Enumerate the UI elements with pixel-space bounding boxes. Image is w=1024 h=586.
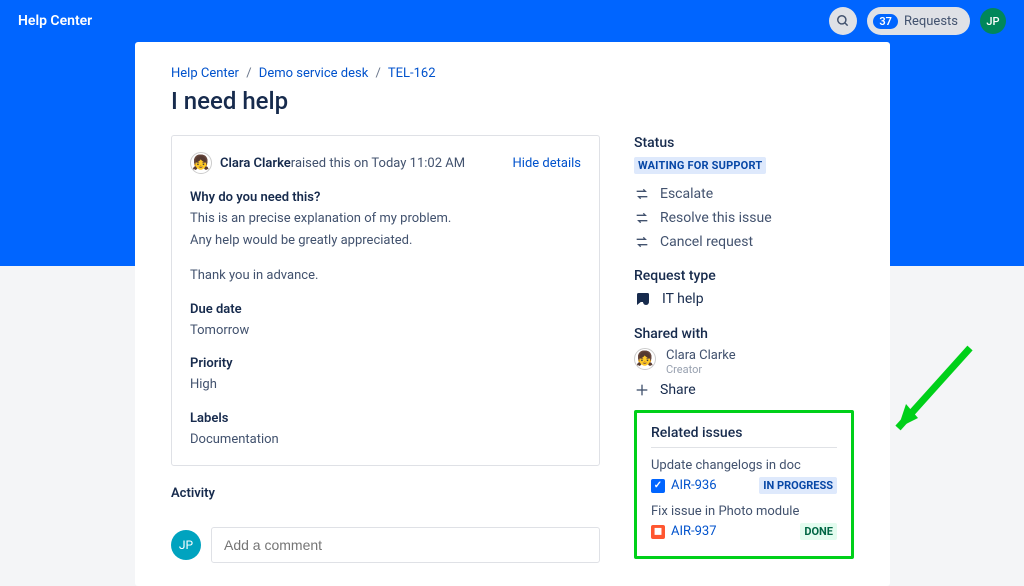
- request-details-box: 👧 Clara Clarke raised this on Today 11:0…: [171, 135, 600, 466]
- task-square-icon: ◼: [651, 525, 665, 539]
- related-issue-title: Fix issue in Photo module: [651, 504, 837, 519]
- request-type-heading: Request type: [634, 268, 854, 284]
- topbar: Help Center 37 Requests JP: [0, 0, 1024, 42]
- related-issue[interactable]: Update changelogs in doc ✓ AIR-936 IN PR…: [651, 458, 837, 494]
- transition-icon: [634, 186, 650, 202]
- related-issue-status: DONE: [800, 523, 837, 540]
- priority-label: Priority: [190, 356, 581, 371]
- requests-count-badge: 37: [873, 14, 898, 29]
- activity-heading: Activity: [171, 486, 600, 501]
- shared-avatar: 👧: [634, 348, 656, 370]
- app-title[interactable]: Help Center: [18, 13, 92, 29]
- action-cancel[interactable]: Cancel request: [634, 234, 854, 250]
- priority-value: High: [190, 375, 581, 395]
- status-heading: Status: [634, 135, 854, 151]
- shared-with-heading: Shared with: [634, 326, 854, 342]
- due-date-label: Due date: [190, 302, 581, 317]
- breadcrumb-issue[interactable]: TEL-162: [388, 66, 436, 81]
- why-value: This is an precise explanation of my pro…: [190, 209, 581, 286]
- related-issue-status: IN PROGRESS: [759, 477, 837, 494]
- comment-input[interactable]: [211, 527, 600, 563]
- why-label: Why do you need this?: [190, 190, 581, 205]
- shared-name: Clara Clarke: [666, 348, 736, 363]
- hide-details-link[interactable]: Hide details: [513, 156, 581, 171]
- related-issues-heading: Related issues: [651, 425, 837, 441]
- requests-label: Requests: [904, 14, 958, 29]
- raiser-avatar: 👧: [190, 152, 212, 174]
- transition-icon: [634, 210, 650, 226]
- related-issue-title: Update changelogs in doc: [651, 458, 837, 473]
- raiser-name: Clara Clarke: [220, 156, 291, 171]
- related-issues-box: Related issues Update changelogs in doc …: [634, 410, 854, 559]
- labels-label: Labels: [190, 411, 581, 426]
- transition-icon: [634, 234, 650, 250]
- action-escalate[interactable]: Escalate: [634, 186, 854, 202]
- raised-on-text: raised this on Today 11:02 AM: [291, 156, 465, 171]
- breadcrumb-project[interactable]: Demo service desk: [259, 66, 369, 81]
- related-issue-key[interactable]: AIR-937: [671, 524, 717, 539]
- search-button[interactable]: [829, 7, 857, 35]
- requests-button[interactable]: 37 Requests: [867, 7, 970, 35]
- share-button[interactable]: Share: [634, 382, 854, 398]
- user-avatar[interactable]: JP: [980, 8, 1006, 34]
- related-issue-key[interactable]: AIR-936: [671, 478, 717, 493]
- main-card: Help Center / Demo service desk / TEL-16…: [135, 42, 890, 586]
- page-title: I need help: [171, 87, 854, 115]
- request-type-value: IT help: [662, 291, 704, 307]
- chat-icon: [634, 290, 652, 308]
- action-resolve[interactable]: Resolve this issue: [634, 210, 854, 226]
- related-issue[interactable]: Fix issue in Photo module ◼ AIR-937 DONE: [651, 504, 837, 540]
- search-icon: [836, 14, 850, 28]
- labels-value: Documentation: [190, 430, 581, 450]
- comment-avatar: JP: [171, 530, 201, 560]
- plus-icon: [634, 382, 650, 398]
- status-badge: WAITING FOR SUPPORT: [634, 157, 766, 174]
- breadcrumb-root[interactable]: Help Center: [171, 66, 239, 81]
- task-check-icon: ✓: [651, 479, 665, 493]
- due-date-value: Tomorrow: [190, 321, 581, 341]
- shared-role: Creator: [666, 363, 736, 376]
- breadcrumb: Help Center / Demo service desk / TEL-16…: [171, 66, 854, 81]
